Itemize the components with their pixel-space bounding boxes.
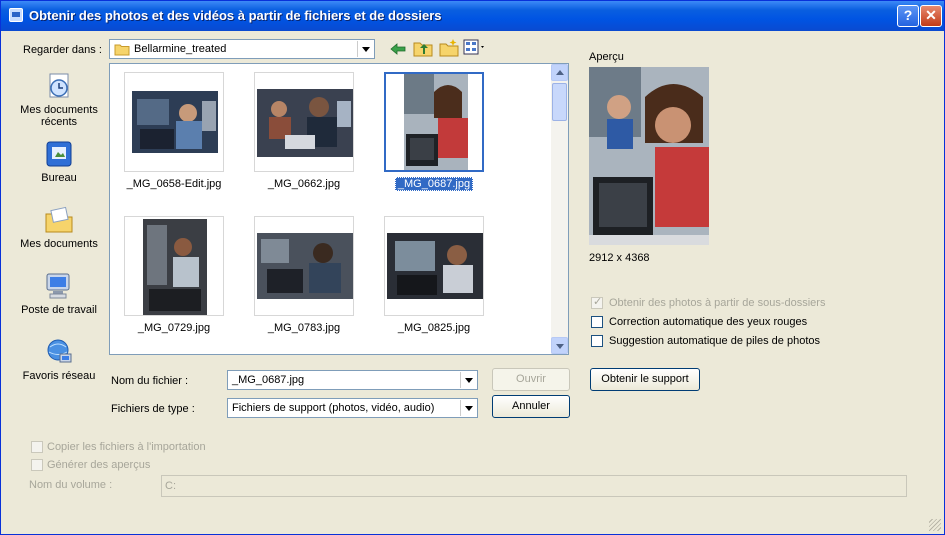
- close-button[interactable]: ✕: [920, 5, 942, 27]
- get-media-button[interactable]: Obtenir le support: [590, 368, 700, 391]
- place-label: Poste de travail: [21, 304, 97, 316]
- place-network[interactable]: Favoris réseau: [15, 337, 103, 382]
- place-label: Mes documents: [20, 238, 98, 250]
- thumbnail: [254, 216, 354, 316]
- redeye-checkbox[interactable]: [591, 316, 603, 328]
- generate-previews-checkbox[interactable]: [31, 459, 43, 471]
- file-item[interactable]: _MG_0729.jpg: [114, 214, 234, 354]
- file-item[interactable]: _MG_0825.jpg: [374, 214, 494, 354]
- new-folder-icon[interactable]: [439, 38, 459, 57]
- recent-documents-icon: [44, 71, 74, 101]
- filename-input[interactable]: _MG_0687.jpg: [227, 370, 478, 390]
- window-title: Obtenir des photos et des vidéos à parti…: [29, 8, 442, 23]
- copy-files-label: Copier les fichiers à l'importation: [47, 441, 206, 453]
- subfolders-checkbox[interactable]: [591, 295, 603, 309]
- title-bar[interactable]: Obtenir des photos et des vidéos à parti…: [1, 1, 944, 31]
- scroll-down-icon[interactable]: [551, 337, 568, 354]
- photo-thumbnail: [132, 91, 218, 153]
- desktop-icon: [44, 139, 74, 169]
- file-item[interactable]: _MG_0783.jpg: [244, 214, 364, 354]
- stacks-label: Suggestion automatique de piles de photo…: [609, 335, 820, 347]
- scroll-up-icon[interactable]: [551, 64, 568, 81]
- cancel-button[interactable]: Annuler: [492, 395, 570, 418]
- look-in-dropdown[interactable]: Bellarmine_treated: [109, 39, 375, 59]
- preview-dimensions: 2912 x 4368: [589, 252, 650, 264]
- filetype-dropdown[interactable]: Fichiers de support (photos, vidéo, audi…: [227, 398, 478, 418]
- file-item[interactable]: _MG_0662.jpg: [244, 70, 364, 210]
- photo-thumbnail: [257, 89, 353, 157]
- place-label: Bureau: [41, 172, 77, 184]
- view-menu-icon[interactable]: [463, 39, 487, 56]
- photo-thumbnail: [143, 219, 207, 315]
- open-button[interactable]: Ouvrir: [492, 368, 570, 391]
- scroll-thumb[interactable]: [552, 83, 567, 121]
- look-in-value: Bellarmine_treated: [134, 43, 227, 55]
- thumbnail: [124, 216, 224, 316]
- file-name: _MG_0662.jpg: [267, 178, 341, 190]
- filename-label: Nom du fichier :: [111, 375, 189, 387]
- file-list[interactable]: _MG_0658-Edit.jpg _MG_0662.jpg _MG_0687.…: [109, 63, 569, 355]
- filename-value: _MG_0687.jpg: [232, 374, 305, 386]
- look-in-label: Regarder dans :: [23, 44, 102, 56]
- dialog-window: Obtenir des photos et des vidéos à parti…: [0, 0, 945, 535]
- photo-thumbnail: [257, 233, 353, 299]
- preview-image: [589, 67, 709, 245]
- my-computer-icon: [44, 271, 74, 301]
- thumbnail: [384, 216, 484, 316]
- folder-icon: [114, 44, 130, 56]
- file-name: _MG_0687.jpg: [374, 177, 494, 191]
- thumbnail: [124, 72, 224, 172]
- place-my-computer[interactable]: Poste de travail: [15, 271, 103, 316]
- filetype-label: Fichiers de type :: [111, 403, 195, 415]
- file-item[interactable]: _MG_0658-Edit.jpg: [114, 70, 234, 210]
- chevron-down-icon[interactable]: [460, 372, 476, 388]
- file-name: _MG_0658-Edit.jpg: [126, 178, 222, 190]
- volume-value: C:: [165, 480, 176, 492]
- chevron-down-icon[interactable]: [357, 41, 373, 57]
- file-name: _MG_0729.jpg: [137, 322, 211, 334]
- chevron-down-icon[interactable]: [460, 400, 476, 416]
- volume-label: Nom du volume :: [29, 479, 113, 491]
- redeye-label: Correction automatique des yeux rouges: [609, 316, 808, 328]
- vertical-scrollbar[interactable]: [551, 64, 568, 354]
- place-label: Favoris réseau: [22, 370, 96, 382]
- file-name: _MG_0825.jpg: [397, 322, 471, 334]
- copy-files-checkbox[interactable]: [31, 441, 43, 453]
- thumbnail: [254, 72, 354, 172]
- file-item-selected[interactable]: _MG_0687.jpg: [374, 70, 494, 210]
- network-places-icon: [44, 337, 74, 367]
- filetype-value: Fichiers de support (photos, vidéo, audi…: [232, 402, 435, 414]
- up-folder-icon[interactable]: [413, 39, 433, 57]
- stacks-checkbox[interactable]: [591, 335, 603, 347]
- file-name: _MG_0783.jpg: [267, 322, 341, 334]
- back-arrow-icon[interactable]: [389, 41, 407, 57]
- place-recent-documents[interactable]: Mes documents récents: [15, 71, 103, 128]
- photo-thumbnail: [404, 74, 468, 170]
- preview-label: Aperçu: [589, 51, 624, 63]
- subfolders-label: Obtenir des photos à partir de sous-doss…: [609, 297, 826, 309]
- thumbnail: [384, 72, 484, 172]
- place-label: Mes documents récents: [20, 104, 98, 128]
- generate-previews-label: Générer des aperçus: [47, 459, 151, 471]
- my-documents-icon: [44, 205, 74, 235]
- resize-grip-icon[interactable]: [929, 519, 941, 531]
- place-my-documents[interactable]: Mes documents: [15, 205, 103, 250]
- preview-photo: [589, 67, 709, 245]
- window-icon: [9, 8, 23, 22]
- volume-name-input[interactable]: C:: [161, 475, 907, 497]
- help-button[interactable]: ?: [897, 5, 919, 27]
- place-desktop[interactable]: Bureau: [15, 139, 103, 184]
- photo-thumbnail: [387, 233, 483, 299]
